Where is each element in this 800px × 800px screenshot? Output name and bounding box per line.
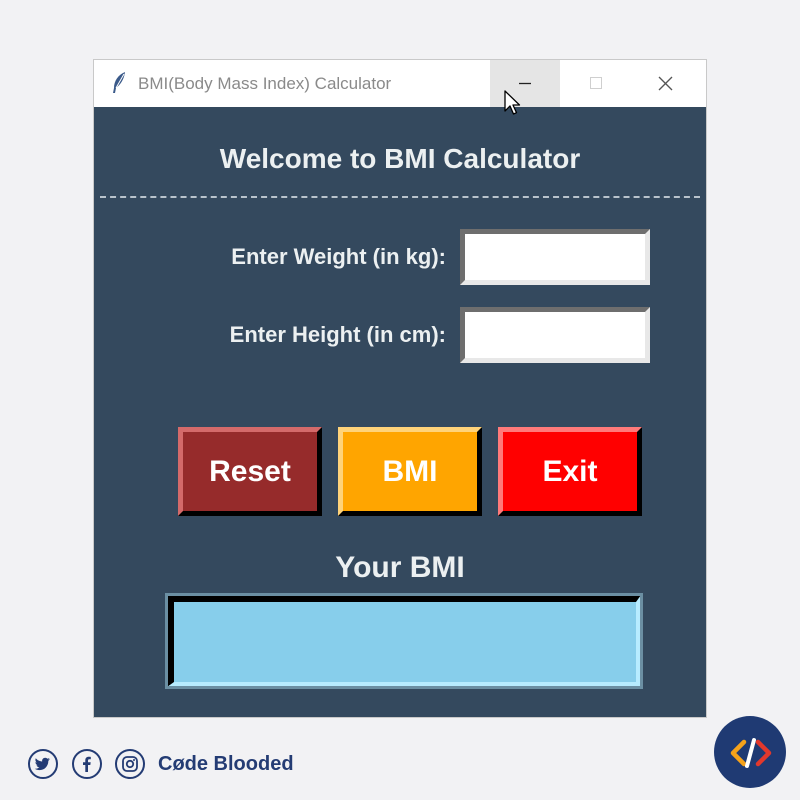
mouse-pointer-icon (504, 90, 522, 118)
app-window: BMI(Body Mass Index) Calculator Welcome … (94, 60, 706, 717)
minimize-icon (519, 82, 531, 85)
bmi-button[interactable]: BMI (338, 427, 482, 516)
reset-button[interactable]: Reset (178, 427, 322, 516)
height-label: Enter Height (in cm): (229, 322, 446, 347)
minimize-button[interactable] (490, 60, 560, 107)
separator (100, 196, 700, 198)
twitter-icon[interactable] (28, 749, 58, 779)
facebook-icon[interactable] (72, 749, 102, 779)
window-title: BMI(Body Mass Index) Calculator (138, 74, 392, 93)
weight-label: Enter Weight (in kg): (231, 244, 446, 269)
exit-button[interactable]: Exit (498, 427, 642, 516)
maximize-button[interactable] (560, 60, 630, 107)
brand-name: Cøde Blooded (158, 753, 294, 775)
instagram-icon[interactable] (115, 749, 145, 779)
result-label: Your BMI (335, 551, 465, 584)
feather-icon (110, 71, 128, 95)
bmi-result-display (165, 593, 643, 689)
title-bar[interactable]: BMI(Body Mass Index) Calculator (94, 60, 706, 107)
height-input[interactable] (460, 307, 650, 363)
app-heading: Welcome to BMI Calculator (219, 143, 581, 174)
weight-input[interactable] (460, 229, 650, 285)
close-button[interactable] (630, 60, 700, 107)
maximize-icon (590, 77, 602, 89)
close-icon (658, 76, 673, 91)
code-brackets-icon (714, 716, 786, 788)
